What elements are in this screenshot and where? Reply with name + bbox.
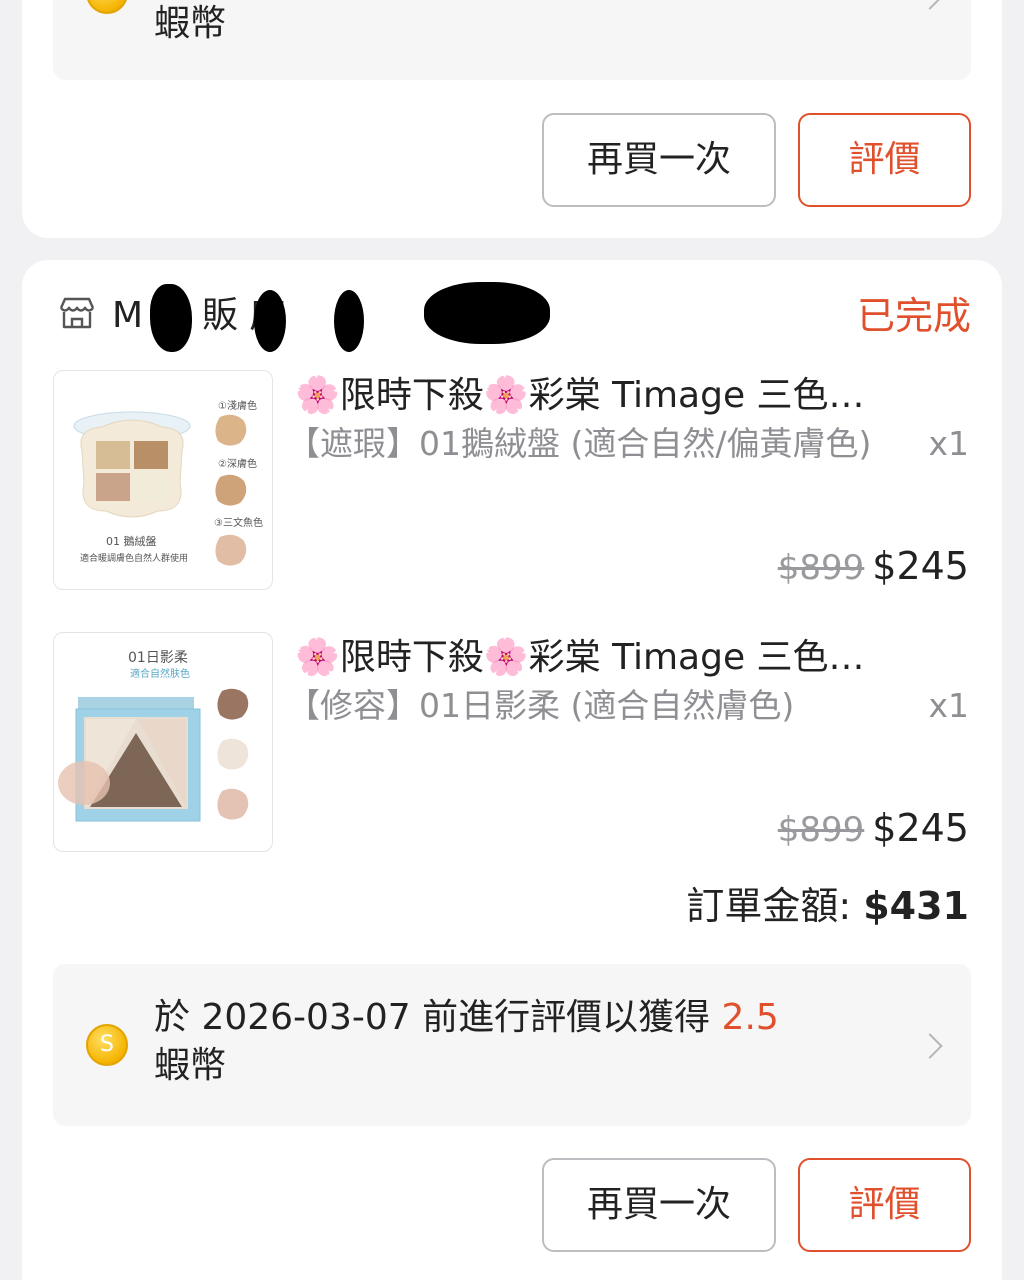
previous-order-card: S 蝦幣 再買一次 評價 bbox=[22, 0, 1002, 238]
original-price: $899 bbox=[777, 810, 865, 850]
order-total-label: 訂單金額: bbox=[686, 884, 864, 928]
order-total-value: $431 bbox=[863, 884, 969, 928]
reward-prefix: 於 2026-03-07 前進行評價以獲得 bbox=[154, 997, 722, 1038]
product-shade-name: 01日影柔 bbox=[128, 650, 188, 666]
product-variant: 【修容】01日影柔 (適合自然膚色) bbox=[287, 686, 795, 725]
chevron-right-icon bbox=[917, 0, 943, 10]
review-button[interactable]: 評價 bbox=[798, 1158, 971, 1252]
review-button[interactable]: 評價 bbox=[798, 113, 971, 207]
product-variant: 【遮瑕】01鵝絨盤 (適合自然/偏黃膚色) bbox=[287, 424, 872, 463]
coin-icon: S bbox=[86, 0, 128, 14]
shade-label: ③三文魚色 bbox=[214, 518, 263, 529]
review-reward-banner[interactable]: S 蝦幣 bbox=[53, 0, 971, 80]
redaction-mark bbox=[334, 290, 364, 352]
reward-amount: 2.5 bbox=[721, 997, 779, 1038]
shade-label: ②深膚色 bbox=[218, 459, 257, 470]
product-thumbnail: 01日影柔 適合自然肤色 bbox=[53, 632, 273, 852]
product-quantity: x1 bbox=[928, 686, 969, 725]
order-total: 訂單金額: $431 bbox=[686, 880, 969, 932]
buy-again-button[interactable]: 再買一次 bbox=[542, 1158, 776, 1252]
sale-price: $245 bbox=[872, 544, 969, 588]
reward-suffix: 蝦幣 bbox=[154, 1045, 227, 1086]
review-reward-text: 於 2026-03-07 前進行評價以獲得 2.5 蝦幣 bbox=[154, 994, 894, 1090]
reward-suffix: 蝦幣 bbox=[154, 3, 227, 44]
order-item[interactable]: ①淺膚色 ②深膚色 ③三文魚色 01 鵝絨盤 適合暖調膚色自然人群使用 🌸限時下… bbox=[53, 370, 971, 592]
buy-again-button[interactable]: 再買一次 bbox=[542, 113, 776, 207]
product-title: 🌸限時下殺🌸彩棠 Timage 三色… bbox=[295, 637, 865, 678]
product-price: $899 $245 bbox=[778, 804, 969, 854]
product-quantity: x1 bbox=[928, 424, 969, 463]
sale-price: $245 bbox=[872, 806, 969, 850]
product-shade-desc: 適合自然肤色 bbox=[130, 669, 190, 680]
coin-icon: S bbox=[86, 1024, 128, 1066]
original-price: $899 bbox=[777, 548, 865, 588]
shop-header[interactable]: M 好 販 店 已完成 bbox=[58, 282, 971, 352]
product-shade-desc: 適合暖調膚色自然人群使用 bbox=[80, 554, 189, 564]
review-reward-banner[interactable]: S 於 2026-03-07 前進行評價以獲得 2.5 蝦幣 bbox=[53, 964, 971, 1126]
product-price: $899 $245 bbox=[778, 542, 969, 592]
redaction-mark bbox=[150, 284, 192, 352]
review-reward-text: 蝦幣 bbox=[154, 0, 894, 48]
product-thumbnail: ①淺膚色 ②深膚色 ③三文魚色 01 鵝絨盤 適合暖調膚色自然人群使用 bbox=[53, 370, 273, 590]
redaction-mark bbox=[424, 282, 550, 344]
order-item[interactable]: 01日影柔 適合自然肤色 🌸限時下殺🌸彩棠 Timage 三色… 【修容】01日… bbox=[53, 632, 971, 854]
product-shade-name: 01 鵝絨盤 bbox=[106, 535, 157, 548]
shop-icon bbox=[59, 297, 95, 329]
shade-label: ①淺膚色 bbox=[218, 401, 257, 412]
order-card: M 好 販 店 已完成 ①淺膚色 ②深膚色 ③三文魚色 01 鵝絨盤 適合暖調膚… bbox=[22, 260, 1002, 1280]
redaction-mark bbox=[254, 290, 286, 352]
order-status: 已完成 bbox=[856, 294, 971, 338]
chevron-right-icon bbox=[917, 1033, 943, 1059]
product-title: 🌸限時下殺🌸彩棠 Timage 三色… bbox=[295, 375, 865, 416]
